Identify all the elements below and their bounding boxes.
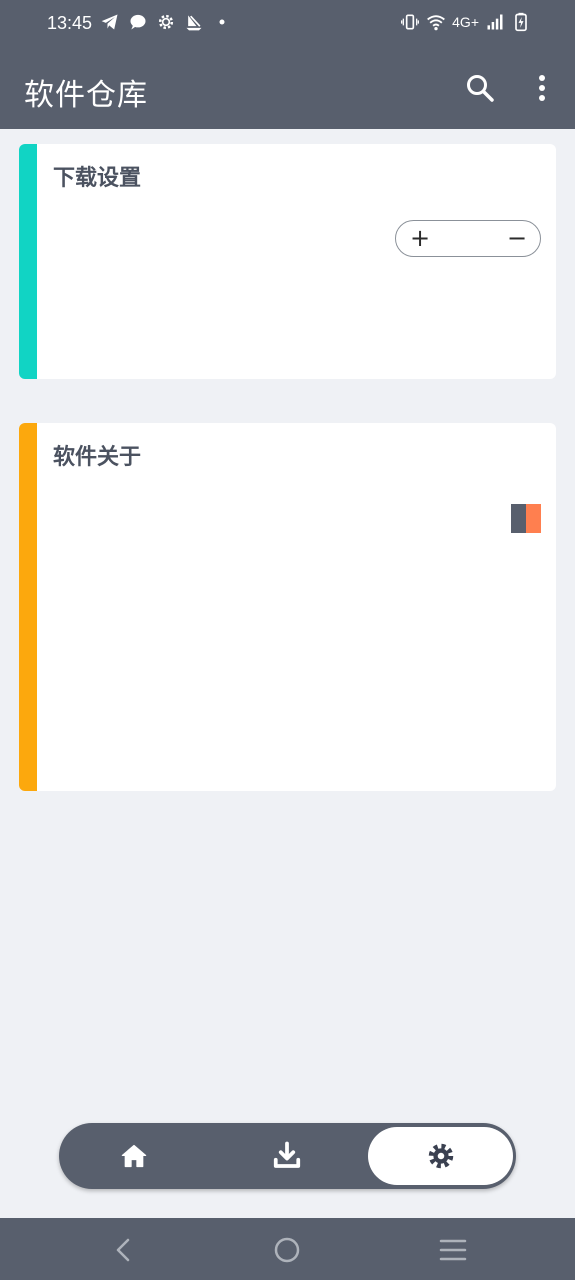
settings-icon	[428, 1143, 453, 1169]
wifi-icon	[427, 15, 446, 31]
theme-color-swatch[interactable]	[511, 504, 541, 533]
nav-home[interactable]	[59, 1123, 209, 1189]
card-accent-bar	[19, 144, 37, 379]
decrement-button[interactable]: −	[502, 224, 532, 254]
swatch-accent	[526, 504, 541, 533]
card-accent-bar	[19, 423, 37, 791]
download-icon	[273, 1141, 301, 1168]
home-circle-icon[interactable]	[271, 1234, 303, 1266]
more-vert-icon[interactable]	[530, 72, 554, 104]
card-title: 下载设置	[53, 166, 142, 191]
status-notification-icons	[100, 12, 232, 32]
telegram-icon	[101, 14, 118, 30]
quantity-stepper[interactable]: + −	[395, 220, 541, 257]
status-time: 13:45	[47, 13, 93, 33]
status-bar: 13:45 4G+	[0, 0, 575, 48]
status-system-icons: 4G+	[400, 12, 531, 32]
bottom-navigation	[59, 1123, 516, 1189]
gear-icon	[158, 14, 174, 30]
network-type: 4G+	[452, 14, 479, 30]
dot-icon	[219, 19, 225, 25]
home-icon	[121, 1144, 147, 1168]
increment-button[interactable]: +	[405, 224, 435, 254]
vibrate-icon	[401, 14, 420, 30]
battery-charging-icon	[515, 12, 527, 32]
signal-icon	[487, 14, 503, 30]
nav-settings[interactable]	[368, 1127, 513, 1185]
back-icon[interactable]	[108, 1234, 140, 1266]
system-navigation-bar	[0, 1218, 575, 1280]
page-title: 软件仓库	[24, 78, 148, 113]
card-title: 软件关于	[53, 445, 142, 470]
swatch-primary	[511, 504, 526, 533]
chat-bubble-icon	[130, 14, 146, 30]
app-header: 13:45 4G+ 软件仓库	[0, 0, 575, 129]
about-software-card: 软件关于	[19, 423, 556, 791]
nav-download[interactable]	[212, 1123, 362, 1189]
search-icon[interactable]	[464, 72, 496, 104]
download-settings-card: 下载设置 + −	[19, 144, 556, 379]
sail-icon	[186, 15, 202, 31]
menu-icon[interactable]	[437, 1234, 469, 1266]
